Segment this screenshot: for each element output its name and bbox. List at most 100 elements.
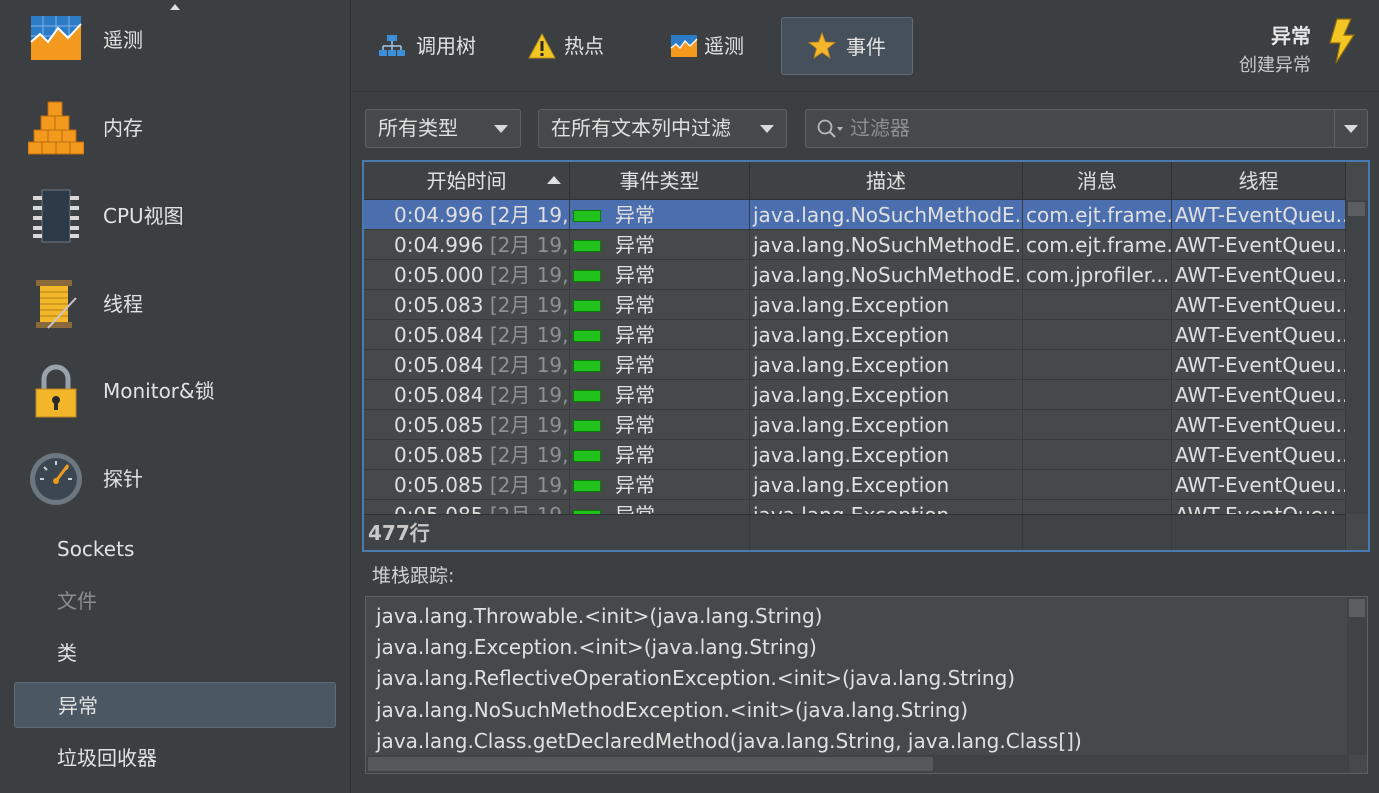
sidebar-item-telemetry[interactable]: 遥测 bbox=[0, 0, 351, 80]
scrollbar-thumb[interactable] bbox=[1348, 202, 1365, 216]
cell-description: java.lang.Exception bbox=[750, 410, 1023, 440]
table-row[interactable]: 0:05.084 [2月 19, ... 异常 java.lang.Exceptio… bbox=[364, 350, 1346, 380]
cell-description: java.lang.NoSuchMethodE... bbox=[750, 230, 1023, 260]
tab-label: 热点 bbox=[564, 34, 604, 58]
column-header-description[interactable]: 描述 bbox=[750, 162, 1023, 200]
cell-thread: AWT-EventQueu... bbox=[1172, 290, 1346, 320]
exception-bar-icon bbox=[573, 420, 601, 432]
sidebar-item-memory[interactable]: 内存 bbox=[0, 88, 351, 168]
table-vertical-scrollbar[interactable] bbox=[1346, 200, 1368, 514]
table-row[interactable]: 0:05.084 [2月 19, ... 异常 java.lang.Exceptio… bbox=[364, 380, 1346, 410]
stack-frame[interactable]: java.lang.Throwable.<init>(java.lang.Str… bbox=[376, 601, 822, 631]
table-row[interactable]: 0:05.083 [2月 19, ... 异常 java.lang.Exceptio… bbox=[364, 290, 1346, 320]
column-header-thread[interactable]: 线程 bbox=[1172, 162, 1346, 200]
event-type-value: 异常 bbox=[615, 263, 655, 287]
table-row[interactable]: 0:04.996 [2月 19, ... 异常 java.lang.NoSuchMe… bbox=[364, 230, 1346, 260]
cell-start-time: 0:04.996 [2月 19, ... bbox=[364, 230, 570, 260]
sidebar-subitem-gc[interactable]: 垃圾回收器 bbox=[14, 735, 336, 781]
filter-search-input[interactable]: 过滤器 bbox=[805, 109, 1368, 148]
cell-start-time: 0:05.085 [2月 19, ... bbox=[364, 500, 570, 514]
column-header-message[interactable]: 消息 bbox=[1023, 162, 1172, 200]
tab-telemetry[interactable]: 遥测 bbox=[666, 17, 766, 75]
column-label: 开始时间 bbox=[426, 169, 507, 193]
cell-thread: AWT-EventQueu... bbox=[1172, 350, 1346, 380]
exception-bar-icon bbox=[573, 270, 601, 282]
table-row[interactable]: 0:05.085 [2月 19, ... 异常 java.lang.Exceptio… bbox=[364, 410, 1346, 440]
column-header-start-time[interactable]: 开始时间 bbox=[364, 162, 570, 200]
chevron-down-icon bbox=[760, 125, 774, 133]
time-value: 0:05.085 bbox=[394, 503, 483, 514]
sidebar-item-label: 探针 bbox=[103, 467, 143, 491]
time-value: 0:05.085 bbox=[394, 473, 484, 497]
sidebar-item-cpu[interactable]: CPU视图 bbox=[0, 176, 351, 256]
table-row[interactable]: 0:05.085 [2月 19, ... 异常 java.lang.Exceptio… bbox=[364, 500, 1346, 514]
main-panel: 调用树 热点 遥测 事件 异常 创建异常 所有类型 在所有文本列中过滤 过滤器 … bbox=[352, 0, 1379, 793]
sidebar-subitem-sockets[interactable]: Sockets bbox=[14, 526, 336, 572]
cell-thread: AWT-EventQueu... bbox=[1172, 260, 1346, 290]
event-type-value: 异常 bbox=[615, 503, 655, 514]
exception-bar-icon bbox=[573, 360, 601, 372]
cell-start-time: 0:04.996 [2月 19, ... bbox=[364, 200, 570, 230]
date-value: [2月 19, ... bbox=[489, 473, 569, 497]
stack-frame[interactable]: java.lang.Exception.<init>(java.lang.Str… bbox=[376, 632, 817, 662]
sidebar-subitem-classes[interactable]: 类 bbox=[14, 630, 336, 676]
lightning-icon bbox=[1329, 18, 1356, 64]
memory-icon bbox=[28, 101, 84, 155]
stack-frame[interactable]: java.lang.NoSuchMethodException.<init>(j… bbox=[376, 695, 968, 725]
sidebar-item-label: 遥测 bbox=[103, 28, 143, 52]
filter-scope-combo[interactable]: 在所有文本列中过滤 bbox=[538, 109, 787, 148]
view-title: 异常 bbox=[1271, 24, 1311, 48]
stack-frame[interactable]: java.lang.Class.getDeclaredMethod(java.l… bbox=[376, 726, 1082, 756]
column-header-event-type[interactable]: 事件类型 bbox=[570, 162, 750, 200]
chevron-down-icon[interactable] bbox=[1344, 125, 1358, 133]
cell-start-time: 0:05.085 [2月 19, ... bbox=[364, 440, 570, 470]
sort-ascending-icon bbox=[547, 176, 561, 184]
cell-description: java.lang.Exception bbox=[750, 290, 1023, 320]
footer-cell bbox=[1172, 515, 1346, 550]
table-row[interactable]: 0:05.085 [2月 19, ... 异常 java.lang.Exceptio… bbox=[364, 440, 1346, 470]
scrollbar-thumb[interactable] bbox=[368, 757, 933, 771]
date-value: [2月 19, ... bbox=[489, 323, 569, 347]
sidebar-subitem-exceptions[interactable]: 异常 bbox=[14, 682, 336, 728]
sidebar-item-monitor-locks[interactable]: Monitor&锁 bbox=[0, 351, 351, 431]
stack-trace-label: 堆栈跟踪: bbox=[372, 565, 455, 587]
cell-start-time: 0:05.084 [2月 19, ... bbox=[364, 380, 570, 410]
cell-message: com.ejt.frame... bbox=[1023, 230, 1172, 260]
cell-start-time: 0:05.083 [2月 19, ... bbox=[364, 290, 570, 320]
search-divider bbox=[1334, 110, 1335, 147]
tab-hotspots[interactable]: 热点 bbox=[524, 17, 624, 75]
scrollbar-thumb[interactable] bbox=[1349, 599, 1365, 617]
time-value: 0:05.084 bbox=[394, 353, 484, 377]
stack-vertical-scrollbar[interactable] bbox=[1347, 597, 1367, 755]
cell-event-type: 异常 bbox=[570, 320, 750, 350]
table-row[interactable]: 0:05.085 [2月 19, ... 异常 java.lang.Exceptio… bbox=[364, 470, 1346, 500]
cell-description: java.lang.NoSuchMethodE... bbox=[750, 200, 1023, 230]
cell-description: java.lang.NoSuchMethodE... bbox=[750, 260, 1023, 290]
table-header: 开始时间 事件类型 描述 消息 线程 bbox=[364, 162, 1346, 200]
exception-bar-icon bbox=[573, 210, 601, 222]
event-type-value: 异常 bbox=[615, 383, 655, 407]
cell-event-type: 异常 bbox=[570, 410, 750, 440]
stack-horizontal-scrollbar[interactable] bbox=[366, 755, 1349, 773]
row-count: 477行 bbox=[368, 521, 430, 545]
lock-icon bbox=[35, 364, 77, 418]
tab-call-tree[interactable]: 调用树 bbox=[374, 17, 494, 75]
tab-events[interactable]: 事件 bbox=[781, 17, 913, 75]
table-row[interactable]: 0:04.996 [2月 19, ... 异常 java.lang.NoSuchMe… bbox=[364, 200, 1346, 230]
sidebar-subitem-files[interactable]: 文件 bbox=[14, 578, 336, 624]
date-value: [2月 19, ... bbox=[489, 203, 569, 227]
tab-label: 调用树 bbox=[416, 34, 476, 58]
cell-event-type: 异常 bbox=[570, 470, 750, 500]
stack-frame[interactable]: java.lang.ReflectiveOperationException.<… bbox=[376, 663, 1015, 693]
sidebar-item-probes[interactable]: 探针 bbox=[0, 439, 351, 519]
sidebar-item-threads[interactable]: 线程 bbox=[0, 264, 351, 344]
table-row[interactable]: 0:05.000 [2月 19, ... 异常 java.lang.NoSuchMe… bbox=[364, 260, 1346, 290]
search-placeholder: 过滤器 bbox=[850, 116, 910, 140]
cell-thread: AWT-EventQueu... bbox=[1172, 500, 1346, 514]
table-row[interactable]: 0:05.084 [2月 19, ... 异常 java.lang.Exceptio… bbox=[364, 320, 1346, 350]
date-value: [2月 19, ... bbox=[489, 233, 569, 257]
cell-thread: AWT-EventQueu... bbox=[1172, 440, 1346, 470]
event-type-combo[interactable]: 所有类型 bbox=[365, 109, 521, 148]
time-value: 0:05.085 bbox=[394, 443, 484, 467]
combo-value: 在所有文本列中过滤 bbox=[551, 116, 731, 140]
